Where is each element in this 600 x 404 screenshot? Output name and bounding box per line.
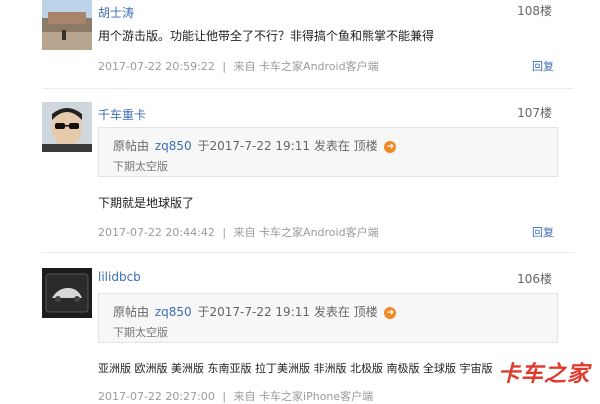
quote-header: 原帖由 zq850 于2017-7-22 19:11 发表在 顶楼 ➜ [113, 303, 397, 320]
timestamp: 2017-07-22 20:44:42 [98, 226, 215, 239]
avatar[interactable] [42, 0, 92, 50]
floor-number: 107楼 [517, 106, 552, 120]
jump-to-post-icon[interactable]: ➜ [384, 140, 397, 153]
meta-separator: | [222, 390, 227, 403]
meta-separator: | [222, 226, 227, 239]
username[interactable]: lilidbcb [98, 270, 141, 284]
avatar[interactable] [42, 102, 92, 152]
quote-suffix: 于2017-7-22 19:11 发表在 顶楼 [197, 139, 378, 153]
quote-block: 原帖由 zq850 于2017-7-22 19:11 发表在 顶楼 ➜ 下期太空… [98, 127, 558, 177]
post-text: 用个游击版。功能让他带全了不行？非得搞个鱼和熊掌不能兼得 [98, 29, 435, 43]
post-text: 下期就是地球版了 [98, 196, 195, 210]
source-label: 来自 卡车之家Android客户端 [233, 60, 379, 73]
source-label: 来自 卡车之家Android客户端 [233, 226, 379, 239]
divider [42, 88, 574, 89]
quote-prefix: 原帖由 [113, 139, 150, 153]
username[interactable]: 胡士涛 [98, 4, 134, 21]
timestamp: 2017-07-22 20:27:00 [98, 390, 215, 403]
quote-author-link[interactable]: zq850 [155, 139, 192, 153]
jump-to-post-icon[interactable]: ➜ [384, 306, 397, 319]
timestamp: 2017-07-22 20:59:22 [98, 60, 215, 73]
post-meta: 2017-07-22 20:27:00 | 来自 卡车之家iPhone客户端 [98, 388, 373, 404]
meta-separator: | [222, 60, 227, 73]
divider [42, 252, 574, 253]
quote-block: 原帖由 zq850 于2017-7-22 19:11 发表在 顶楼 ➜ 下期太空… [98, 293, 558, 343]
site-watermark: 卡车之家 [497, 362, 590, 387]
quote-author-link[interactable]: zq850 [155, 305, 192, 319]
quote-content: 下期太空版 [113, 326, 168, 339]
reply-button[interactable]: 回复 [532, 58, 554, 74]
post-text: 亚洲版 欧洲版 美洲版 东南亚版 拉丁美洲版 非洲版 北极版 南极版 全球版 宇… [98, 362, 493, 375]
quote-suffix: 于2017-7-22 19:11 发表在 顶楼 [197, 305, 378, 319]
post-meta: 2017-07-22 20:59:22 | 来自 卡车之家Android客户端 [98, 58, 379, 74]
floor-number: 108楼 [517, 4, 552, 18]
source-label: 来自 卡车之家iPhone客户端 [233, 390, 374, 403]
quote-content: 下期太空版 [113, 160, 168, 173]
floor-number: 106楼 [517, 272, 552, 286]
post-meta: 2017-07-22 20:44:42 | 来自 卡车之家Android客户端 [98, 224, 379, 240]
reply-button[interactable]: 回复 [532, 224, 554, 240]
avatar[interactable] [42, 268, 92, 318]
username[interactable]: 千车重卡 [98, 106, 146, 123]
quote-header: 原帖由 zq850 于2017-7-22 19:11 发表在 顶楼 ➜ [113, 137, 397, 154]
quote-prefix: 原帖由 [113, 305, 150, 319]
